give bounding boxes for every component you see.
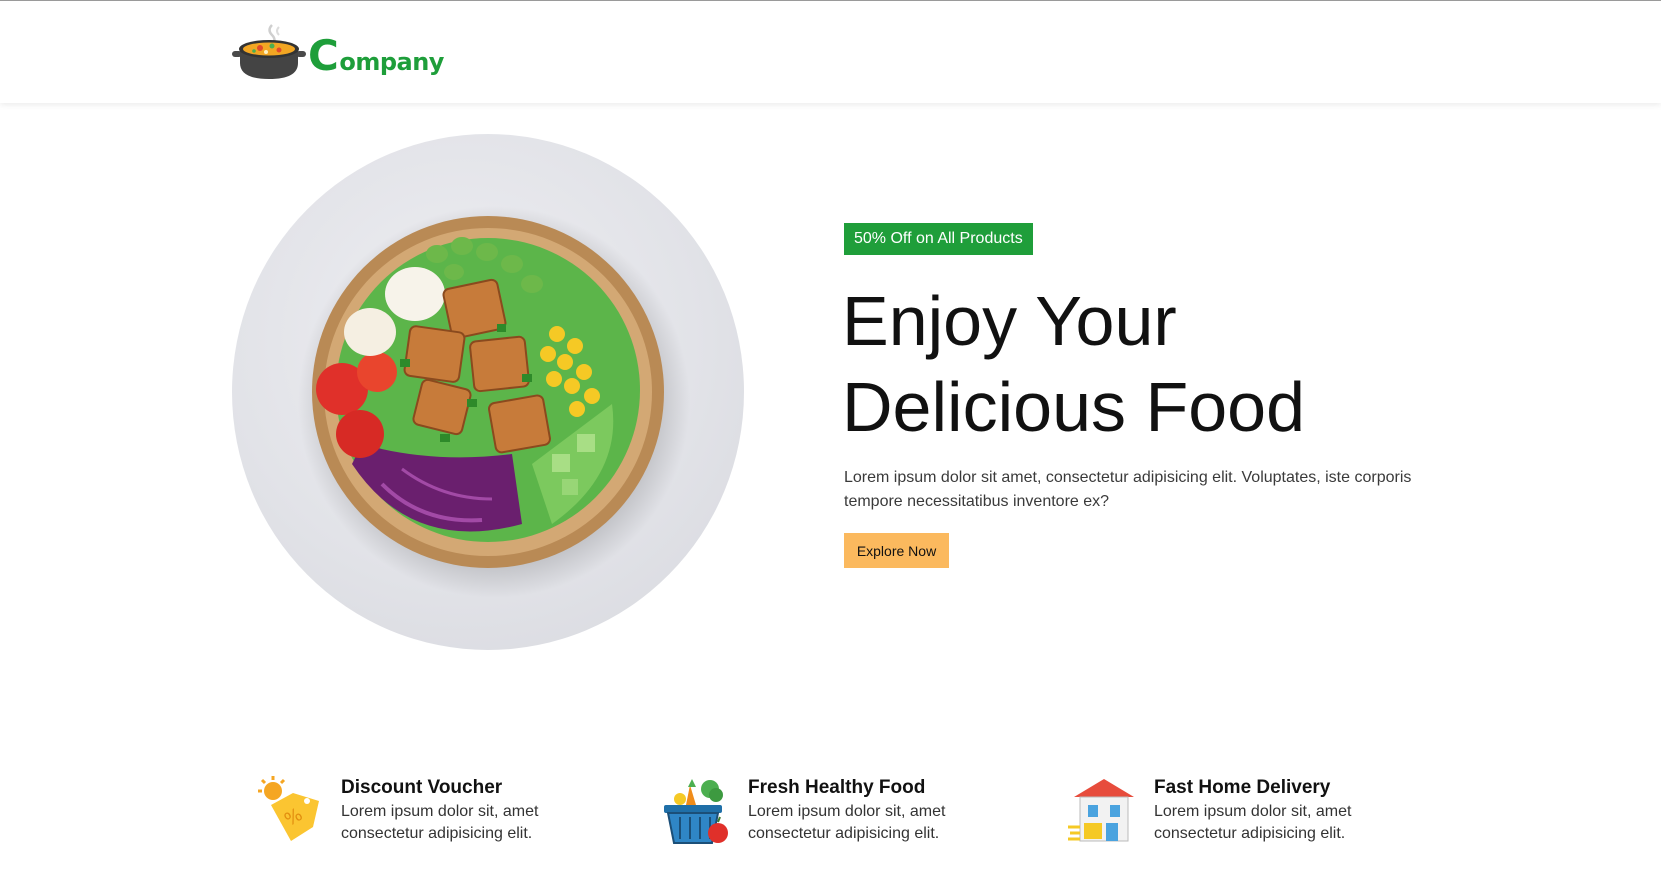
feature-text: Fresh Healthy Food Lorem ipsum dolor sit… [748,775,978,845]
company-logo[interactable]: Company [232,21,444,83]
explore-now-button[interactable]: Explore Now [844,533,949,568]
feature-title: Fresh Healthy Food [748,777,926,798]
feature-text: Discount Voucher Lorem ipsum dolor sit, … [341,775,571,845]
feature-description: Lorem ipsum dolor sit, amet consectetur … [341,803,539,842]
hero-title-line1: Enjoy Your [842,282,1177,360]
feature-fast-home-delivery: Fast Home Delivery Lorem ipsum dolor sit… [1066,775,1384,847]
grocery-basket-icon [664,779,728,844]
feature-fresh-healthy-food: Fresh Healthy Food Lorem ipsum dolor sit… [660,775,978,847]
feature-discount-voucher: % Discount Voucher Lorem ipsum dolor sit… [253,775,571,847]
feature-text: Fast Home Delivery Lorem ipsum dolor sit… [1154,775,1384,845]
hero-title-line2: Delicious Food [842,368,1305,446]
hero-image [232,134,744,650]
feature-description: Lorem ipsum dolor sit, amet consectetur … [1154,803,1352,842]
hero-title: Enjoy Your Delicious Food [842,278,1542,450]
salad-bowl-image [298,206,690,598]
feature-description: Lorem ipsum dolor sit, amet consectetur … [748,803,946,842]
logo-wordmark: Company [308,31,444,80]
feature-title: Fast Home Delivery [1154,777,1331,798]
hero-description: Lorem ipsum dolor sit amet, consectetur … [844,469,1412,510]
delivery-house-icon [1068,779,1134,842]
feature-title: Discount Voucher [341,777,503,798]
discount-badge: 50% Off on All Products [844,223,1033,255]
cooking-pot-icon [232,24,306,79]
discount-tag-icon: % [258,776,319,841]
top-navbar: Company [0,0,1661,103]
